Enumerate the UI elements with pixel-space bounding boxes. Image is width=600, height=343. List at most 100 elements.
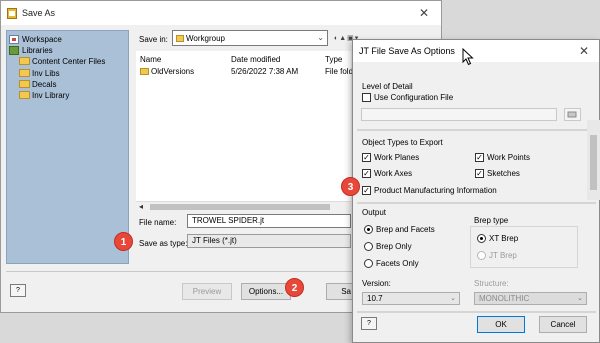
brep-type-xt-radio[interactable]: XT Brep <box>477 234 518 243</box>
radio-icon <box>477 251 486 260</box>
radio-label: Brep and Facets <box>376 225 435 234</box>
scrollbar-thumb[interactable] <box>150 204 330 210</box>
workspace-icon <box>9 34 19 44</box>
up-folder-icon[interactable]: ▲ <box>339 35 347 42</box>
tree-item-label: Decals <box>32 79 57 89</box>
chevron-down-icon: ⌄ <box>317 33 324 42</box>
divider <box>357 311 596 313</box>
checkbox-label: Use Configuration File <box>374 93 454 102</box>
output-label: Output <box>362 208 387 217</box>
save-as-type-select[interactable]: JT Files (*.jt) <box>187 234 351 248</box>
folder-open-icon <box>567 111 577 118</box>
tree-item-content-center-files[interactable]: Content Center Files <box>19 55 105 67</box>
checkbox-label: Work Axes <box>374 169 413 178</box>
folder-icon <box>19 57 30 65</box>
file-list[interactable]: Name Date modified Type OldVersions 5/26… <box>136 51 354 201</box>
column-header-type[interactable]: Type <box>325 55 342 64</box>
folder-icon <box>176 34 184 42</box>
file-name-input[interactable]: TROWEL SPIDER.jt <box>187 214 351 228</box>
scroll-left-icon[interactable]: ◂ <box>139 202 143 211</box>
output-brep-and-facets-radio[interactable]: Brep and Facets <box>364 225 435 234</box>
scrollbar-thumb[interactable] <box>590 135 597 190</box>
radio-label: Brep Only <box>376 242 412 251</box>
version-value: 10.7 <box>367 294 383 303</box>
checkbox-label: Sketches <box>487 169 520 178</box>
save-as-type-label: Save as type: <box>139 239 188 248</box>
file-name: OldVersions <box>151 67 195 76</box>
object-types-label: Object Types to Export <box>362 138 443 147</box>
divider <box>357 129 596 131</box>
work-axes-checkbox[interactable]: ✓ Work Axes <box>362 169 412 178</box>
radio-icon <box>364 259 373 268</box>
radio-label: JT Brep <box>489 251 517 260</box>
folder-icon <box>140 68 149 75</box>
radio-selected-icon <box>477 234 486 243</box>
use-config-file-checkbox[interactable]: Use Configuration File <box>362 93 453 102</box>
tree-item-inv-library[interactable]: Inv Library <box>19 89 69 101</box>
work-planes-checkbox[interactable]: ✓ Work Planes <box>362 153 419 162</box>
level-of-detail-label: Level of Detail <box>362 82 413 91</box>
checkbox-checked-icon: ✓ <box>362 169 371 178</box>
folder-icon <box>19 69 30 77</box>
mouse-cursor-icon <box>462 48 474 66</box>
save-in-value: Workgroup <box>186 33 225 43</box>
brep-type-jt-radio[interactable]: JT Brep <box>477 251 517 260</box>
checkbox-label: Work Planes <box>374 153 420 162</box>
folder-icon <box>19 91 30 99</box>
file-name-label: File name: <box>139 218 177 227</box>
help-button[interactable]: ? <box>361 317 377 330</box>
tree-item-label: Content Center Files <box>32 56 106 66</box>
sketches-checkbox[interactable]: ✓ Sketches <box>475 169 520 178</box>
output-brep-only-radio[interactable]: Brep Only <box>364 242 412 251</box>
version-label: Version: <box>362 279 391 288</box>
checkbox-checked-icon: ✓ <box>475 153 484 162</box>
chevron-down-icon: ⌄ <box>577 295 583 302</box>
save-in-dropdown[interactable]: Workgroup ⌄ <box>172 30 328 46</box>
library-tree-pane[interactable]: Workspace Libraries Content Center Files… <box>6 30 129 264</box>
chevron-down-icon: ⌄ <box>450 295 456 302</box>
library-icon <box>9 45 19 55</box>
close-icon[interactable]: ✕ <box>579 44 589 58</box>
close-icon[interactable]: ✕ <box>419 6 429 20</box>
radio-label: Facets Only <box>376 259 419 268</box>
checkbox-box <box>362 93 371 102</box>
save-as-title: Save As <box>22 8 56 18</box>
structure-value: MONOLITHIC <box>479 294 530 303</box>
cancel-button[interactable]: Cancel <box>539 316 587 333</box>
tree-item-label: Workspace <box>22 34 62 44</box>
structure-label: Structure: <box>474 279 509 288</box>
callout-badge-1: 1 <box>114 232 133 251</box>
jt-options-titlebar: JT File Save As Options <box>353 40 599 62</box>
checkbox-checked-icon: ✓ <box>362 153 371 162</box>
file-date: 5/26/2022 7:38 AM <box>231 67 299 76</box>
jt-options-title: JT File Save As Options <box>359 46 455 56</box>
file-type: File fold <box>325 67 354 76</box>
preview-button[interactable]: Preview <box>182 283 232 300</box>
brep-type-label: Brep type <box>474 216 509 225</box>
checkbox-checked-icon: ✓ <box>475 169 484 178</box>
output-facets-only-radio[interactable]: Facets Only <box>364 259 419 268</box>
save-in-label: Save in: <box>139 35 168 44</box>
config-file-path-field[interactable] <box>361 108 557 121</box>
list-item[interactable]: OldVersions <box>140 67 194 76</box>
options-button[interactable]: Options... <box>241 283 291 300</box>
checkbox-label: Product Manufacturing Information <box>374 186 497 195</box>
tree-item-label: Inv Libs <box>32 68 60 78</box>
version-select[interactable]: 10.7 ⌄ <box>362 292 460 305</box>
vertical-scrollbar[interactable] <box>587 120 600 200</box>
radio-selected-icon <box>364 225 373 234</box>
callout-badge-2: 2 <box>285 278 304 297</box>
column-header-date[interactable]: Date modified <box>231 55 280 64</box>
divider <box>357 202 596 204</box>
horizontal-scrollbar[interactable]: ◂ <box>136 201 351 211</box>
browse-button[interactable] <box>564 108 581 121</box>
tree-item-label: Inv Library <box>32 90 70 100</box>
radio-icon <box>364 242 373 251</box>
column-header-name[interactable]: Name <box>140 55 161 64</box>
work-points-checkbox[interactable]: ✓ Work Points <box>475 153 530 162</box>
ok-button[interactable]: OK <box>477 316 525 333</box>
pmi-checkbox[interactable]: ✓ Product Manufacturing Information <box>362 186 497 195</box>
structure-select[interactable]: MONOLITHIC ⌄ <box>474 292 587 305</box>
help-button[interactable]: ? <box>10 284 26 297</box>
jt-save-options-dialog: JT File Save As Options ✕ Level of Detai… <box>352 39 600 343</box>
